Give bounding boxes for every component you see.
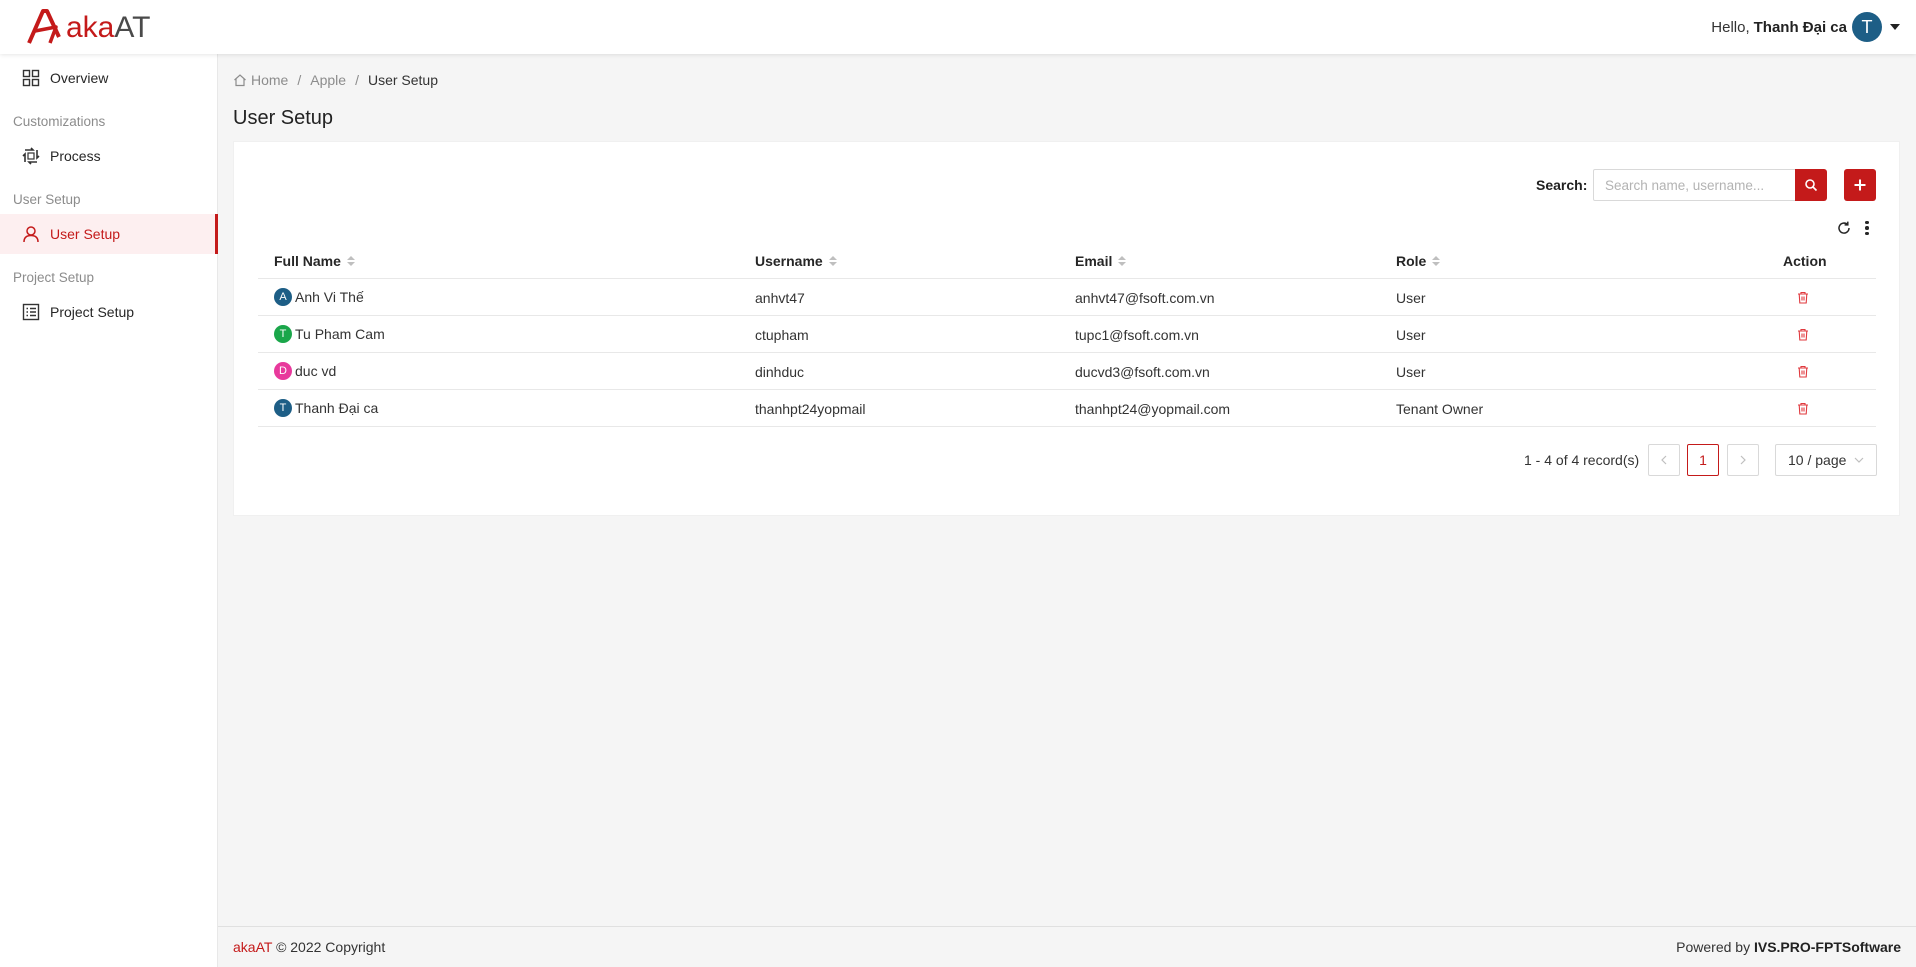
avatar: D [274, 362, 292, 380]
sort-icon[interactable] [1432, 256, 1441, 266]
avatar[interactable]: T [1852, 12, 1882, 42]
delete-icon[interactable] [1795, 363, 1811, 379]
email-cell: thanhpt24@yopmail.com [1075, 401, 1231, 417]
role-cell: User [1396, 364, 1426, 380]
user-icon [22, 225, 40, 243]
email-cell: ducvd3@fsoft.com.vn [1075, 364, 1210, 380]
column-header-role[interactable]: Role [1396, 253, 1441, 269]
chevron-left-icon [1661, 455, 1667, 465]
group-label-user-setup: User Setup [13, 192, 81, 207]
search-icon [1805, 179, 1818, 192]
table-row: T Thanh Đại ca thanhpt24yopmail thanhpt2… [258, 390, 1876, 427]
column-header-username[interactable]: Username [755, 253, 837, 269]
column-header-full-name[interactable]: Full Name [274, 253, 355, 269]
role-cell: Tenant Owner [1396, 401, 1484, 417]
group-label-project-setup: Project Setup [13, 270, 95, 285]
delete-icon[interactable] [1795, 326, 1811, 342]
chevron-down-icon [1854, 457, 1864, 463]
sidebar-item-process[interactable]: Process [0, 136, 218, 176]
sidebar-item-project-setup[interactable]: Project Setup [0, 292, 218, 332]
logo-text: akaAT [66, 11, 151, 44]
chevron-right-icon [1740, 455, 1746, 465]
email-cell: anhvt47@fsoft.com.vn [1075, 290, 1215, 306]
greeting-text: Hello, [1711, 18, 1750, 36]
process-icon [22, 147, 40, 165]
full-name-cell: duc vd [295, 363, 337, 379]
role-cell: User [1396, 290, 1426, 306]
footer: akaAT © 2022 Copyright Powered by IVS.PR… [218, 926, 1916, 967]
sidebar-item-label: Overview [50, 70, 109, 86]
breadcrumb-home[interactable]: Home [251, 72, 288, 88]
email-cell: tupc1@fsoft.com.vn [1075, 327, 1199, 343]
footer-brand[interactable]: akaAT [233, 939, 272, 955]
user-name: Thanh Đại ca [1753, 18, 1847, 36]
table-row: T Tu Pham Cam ctupham tupc1@fsoft.com.vn… [258, 316, 1876, 353]
grid-icon [22, 69, 40, 87]
role-cell: User [1396, 327, 1426, 343]
username-cell: dinhduc [755, 364, 805, 380]
table-row: D duc vd dinhduc ducvd3@fsoft.com.vn Use… [258, 353, 1876, 390]
sidebar-item-label: Process [50, 148, 101, 164]
avatar: T [274, 325, 292, 343]
table-header: Full Name Username Email Role Action [258, 243, 1876, 279]
copyright-text: © 2022 Copyright [276, 939, 386, 955]
top-header: akaAT Hello, Thanh Đại ca T [0, 0, 1916, 54]
powered-by-text: Powered by [1676, 939, 1751, 955]
full-name-cell: Tu Pham Cam [295, 326, 385, 342]
full-name-cell: Anh Vi Thế [295, 289, 364, 305]
footer-powered: Powered by IVS.PRO-FPTSoftware [1676, 939, 1901, 955]
username-cell: thanhpt24yopmail [755, 401, 866, 417]
app-logo[interactable]: akaAT [26, 0, 150, 54]
pagination-total: 1 - 4 of 4 record(s) [1524, 452, 1640, 468]
page-size-value: 10 / page [1788, 452, 1847, 468]
full-name-cell: Thanh Đại ca [295, 400, 379, 416]
logo-mark-icon [27, 9, 61, 44]
plus-icon [1854, 179, 1866, 191]
table-row: A Anh Vi Thế anhvt47 anhvt47@fsoft.com.v… [258, 279, 1876, 316]
column-header-action: Action [1783, 253, 1827, 269]
breadcrumb: Home / Apple / User Setup [233, 72, 438, 88]
footer-copyright: akaAT © 2022 Copyright [233, 939, 385, 955]
more-options-icon[interactable] [1860, 219, 1874, 237]
search-input[interactable] [1593, 169, 1796, 201]
user-menu[interactable]: Hello, Thanh Đại ca T [1711, 12, 1900, 42]
company-name: IVS.PRO-FPTSoftware [1753, 939, 1901, 955]
group-label-customizations: Customizations [13, 114, 106, 129]
breadcrumb-apple[interactable]: Apple [310, 72, 346, 88]
page-title: User Setup [233, 107, 334, 129]
search-label: Search: [1536, 177, 1588, 193]
sort-icon[interactable] [1118, 256, 1127, 266]
search-button[interactable] [1795, 169, 1827, 201]
home-icon[interactable] [233, 73, 247, 87]
breadcrumb-separator: / [297, 72, 302, 88]
page-button-1[interactable]: 1 [1687, 444, 1719, 476]
reload-icon[interactable] [1835, 219, 1853, 237]
sidebar-item-overview[interactable]: Overview [0, 58, 218, 98]
delete-icon[interactable] [1795, 400, 1811, 416]
sidebar: Overview Customizations Process User Set… [0, 54, 218, 967]
sort-icon[interactable] [346, 256, 355, 266]
caret-down-icon[interactable] [1890, 24, 1900, 30]
sidebar-item-label: User Setup [50, 226, 121, 242]
list-icon [22, 303, 40, 321]
sidebar-item-label: Project Setup [50, 304, 135, 320]
sort-icon[interactable] [828, 256, 837, 266]
breadcrumb-separator: / [355, 72, 359, 88]
avatar: T [274, 399, 292, 417]
next-page-button[interactable] [1727, 444, 1759, 476]
prev-page-button[interactable] [1648, 444, 1680, 476]
sidebar-item-user-setup[interactable]: User Setup [0, 214, 218, 254]
breadcrumb-current: User Setup [367, 72, 438, 88]
username-cell: ctupham [755, 327, 809, 343]
page-size-select[interactable]: 10 / page [1775, 444, 1877, 476]
delete-icon[interactable] [1795, 289, 1811, 305]
users-table: Full Name Username Email Role Action A A… [258, 243, 1876, 427]
avatar: A [274, 288, 292, 306]
column-header-email[interactable]: Email [1075, 253, 1127, 269]
username-cell: anhvt47 [755, 290, 805, 306]
add-user-button[interactable] [1844, 169, 1876, 201]
